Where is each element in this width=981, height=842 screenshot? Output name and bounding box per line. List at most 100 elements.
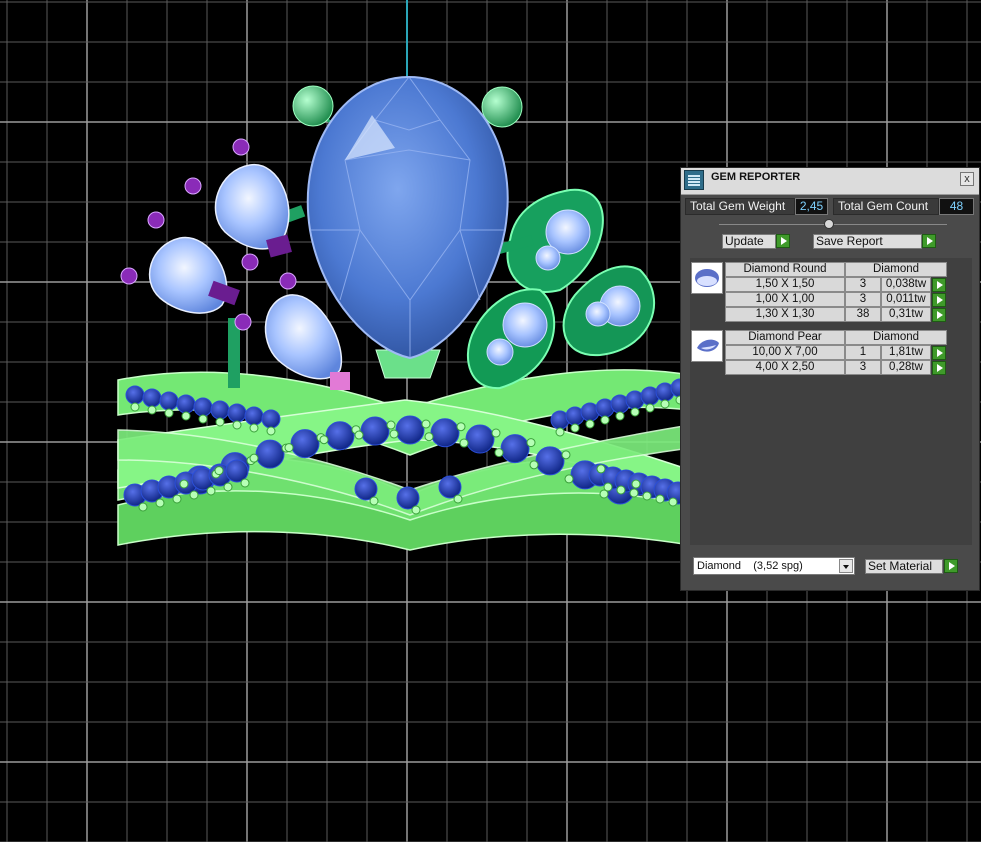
bead	[668, 497, 678, 507]
bead	[240, 478, 250, 488]
gem-row-size[interactable]: 10,00 X 7,00	[725, 345, 845, 360]
gem-row-go-icon[interactable]	[932, 278, 946, 292]
bead	[189, 490, 199, 500]
bead	[369, 496, 379, 506]
bead	[645, 403, 655, 413]
bead	[564, 474, 574, 484]
gem-row-weight: 1,81tw	[881, 345, 931, 360]
material-select-value: Diamond (3,52 spg)	[697, 560, 803, 572]
set-material-button[interactable]: Set Material	[865, 559, 943, 574]
bead	[630, 407, 640, 417]
sapphire-stone	[193, 397, 213, 417]
bead	[249, 453, 259, 463]
bead	[223, 482, 233, 492]
sapphire-stone	[261, 409, 281, 429]
gem-row-size[interactable]: 4,00 X 2,50	[725, 360, 845, 375]
gem-row-weight: 0,011tw	[881, 292, 931, 307]
bead	[424, 432, 434, 442]
ring-band	[117, 369, 691, 551]
gem-row-size[interactable]: 1,50 X 1,50	[725, 277, 845, 292]
round-gem-icon	[691, 262, 723, 294]
bead	[526, 438, 536, 448]
gem-row-size[interactable]: 1,00 X 1,00	[725, 292, 845, 307]
sapphire-stone	[159, 391, 179, 411]
gem-list: Diamond Round Diamond 1,50 X 1,50 3 0,03…	[690, 258, 972, 545]
update-go-icon[interactable]	[776, 234, 790, 248]
bead	[555, 427, 565, 437]
sapphire-stone	[125, 385, 145, 405]
bead	[130, 402, 140, 412]
sapphire-stone	[465, 424, 495, 454]
bead	[459, 438, 469, 448]
bead	[660, 399, 670, 409]
gem-row-size[interactable]: 1,30 X 1,30	[725, 307, 845, 322]
bead	[389, 429, 399, 439]
gem-row-go-icon[interactable]	[932, 293, 946, 307]
sapphire-stone	[325, 421, 355, 451]
bead	[631, 479, 641, 489]
group-2-material: Diamond	[845, 330, 947, 345]
bead	[179, 479, 189, 489]
bead	[147, 405, 157, 415]
total-gem-count-value: 48	[939, 198, 974, 215]
bead	[494, 448, 504, 458]
bead	[284, 443, 294, 453]
bead	[181, 411, 191, 421]
bead	[249, 423, 259, 433]
sapphire-stone	[535, 446, 565, 476]
material-select[interactable]: Diamond (3,52 spg)	[693, 557, 855, 575]
bead	[603, 482, 613, 492]
bead	[629, 488, 639, 498]
gem-row-go-icon[interactable]	[932, 346, 946, 360]
bead	[354, 430, 364, 440]
sapphire-stone	[255, 439, 285, 469]
pear-gem-icon	[691, 330, 723, 362]
bead	[453, 494, 463, 504]
bead	[215, 417, 225, 427]
gem-row-weight: 0,28tw	[881, 360, 931, 375]
total-gem-weight-value: 2,45	[795, 198, 828, 215]
gem-row-count: 3	[845, 277, 881, 292]
bead	[456, 422, 466, 432]
save-report-button[interactable]: Save Report	[813, 234, 922, 249]
close-button[interactable]: x	[960, 172, 974, 186]
panel-titlebar[interactable]: GEM REPORTER x	[681, 168, 979, 195]
panel-title: GEM REPORTER	[711, 171, 801, 183]
save-report-go-icon[interactable]	[922, 234, 936, 248]
slider-handle[interactable]	[824, 219, 834, 229]
sapphire-stone	[227, 403, 247, 423]
gem-row-go-icon[interactable]	[932, 361, 946, 375]
bead	[596, 464, 606, 474]
sapphire-stone	[176, 394, 196, 414]
total-gem-count-label: Total Gem Count	[833, 198, 939, 215]
gem-reporter-icon	[684, 170, 704, 190]
bead	[386, 420, 396, 430]
gem-row-weight: 0,038tw	[881, 277, 931, 292]
update-button[interactable]: Update	[722, 234, 776, 249]
gem-row-go-icon[interactable]	[932, 308, 946, 322]
bead	[642, 491, 652, 501]
gem-row-count: 38	[845, 307, 881, 322]
gem-row-count: 1	[845, 345, 881, 360]
bead	[655, 494, 665, 504]
bead	[529, 460, 539, 470]
set-material-go-icon[interactable]	[944, 559, 958, 573]
bead	[615, 411, 625, 421]
bead	[411, 505, 421, 515]
total-gem-weight-label: Total Gem Weight	[685, 198, 795, 215]
bead	[561, 450, 571, 460]
group-1-shape: Diamond Round	[725, 262, 845, 277]
sapphire-stone	[395, 415, 425, 445]
chevron-down-icon[interactable]	[839, 559, 853, 573]
bead	[164, 408, 174, 418]
bead	[198, 414, 208, 424]
gem-row-weight: 0,31tw	[881, 307, 931, 322]
bead	[616, 485, 626, 495]
bead	[491, 428, 501, 438]
bead	[206, 486, 216, 496]
sapphire-stone	[360, 416, 390, 446]
group-2-shape: Diamond Pear	[725, 330, 845, 345]
bead	[172, 494, 182, 504]
sapphire-stone	[142, 388, 162, 408]
gem-row-count: 3	[845, 292, 881, 307]
